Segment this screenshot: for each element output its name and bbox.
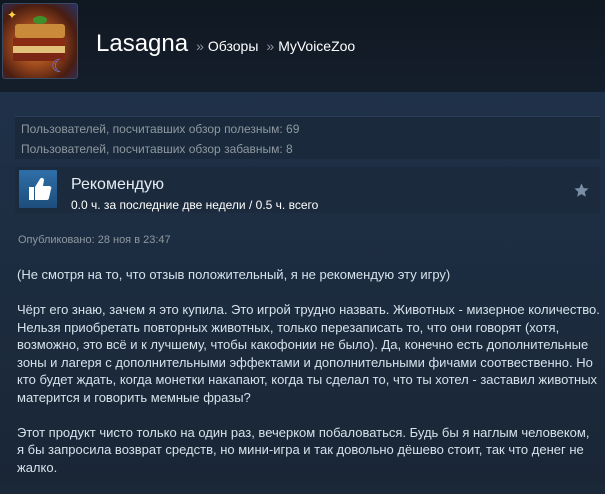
avatar[interactable]: ☾ ✦ bbox=[3, 4, 77, 78]
breadcrumb: Lasagna » Обзоры » MyVoiceZoo bbox=[96, 30, 355, 60]
breadcrumb-separator: » bbox=[266, 38, 275, 54]
breadcrumb-separator: » bbox=[196, 38, 204, 54]
avatar-decor: ☾ bbox=[51, 56, 68, 76]
avatar-decor: ✦ bbox=[7, 8, 18, 22]
review-paragraph: (Не смотря на то, что отзыв положительны… bbox=[17, 267, 451, 282]
review-paragraph: Чёрт его знаю, зачем я это купила. Это и… bbox=[17, 302, 600, 405]
profile-header: ☾ ✦ Lasagna » Обзоры » MyVoiceZoo bbox=[0, 0, 605, 92]
helpful-count: Пользователей, посчитавших обзор полезны… bbox=[21, 122, 300, 136]
verdict-title: Рекомендую bbox=[71, 176, 165, 193]
rating-stats: Пользователей, посчитавших обзор полезны… bbox=[15, 116, 600, 159]
playtime-hours: 0.0 ч. за последние две недели / 0.5 ч. … bbox=[71, 198, 319, 212]
star-icon[interactable] bbox=[573, 182, 590, 199]
review-text: (Не смотря на то, что отзыв положительны… bbox=[17, 266, 600, 494]
thumbs-up-icon bbox=[19, 170, 57, 208]
user-name-link[interactable]: Lasagna bbox=[96, 30, 188, 58]
posted-date: Опубликовано: 28 ноя в 23:47 bbox=[18, 234, 171, 246]
review-verdict: Рекомендую 0.0 ч. за последние две недел… bbox=[15, 167, 600, 213]
avatar-decor bbox=[15, 24, 65, 38]
review-paragraph: Этот продукт чисто только на один раз, в… bbox=[17, 424, 590, 475]
avatar-decor bbox=[13, 38, 65, 46]
avatar-decor bbox=[33, 16, 47, 24]
review-content: Пользователей, посчитавших обзор полезны… bbox=[0, 92, 605, 483]
avatar-decor bbox=[13, 46, 65, 53]
game-link[interactable]: MyVoiceZoo bbox=[278, 38, 355, 54]
reviews-link[interactable]: Обзоры bbox=[208, 38, 259, 54]
funny-count: Пользователей, посчитавших обзор забавны… bbox=[21, 142, 293, 156]
